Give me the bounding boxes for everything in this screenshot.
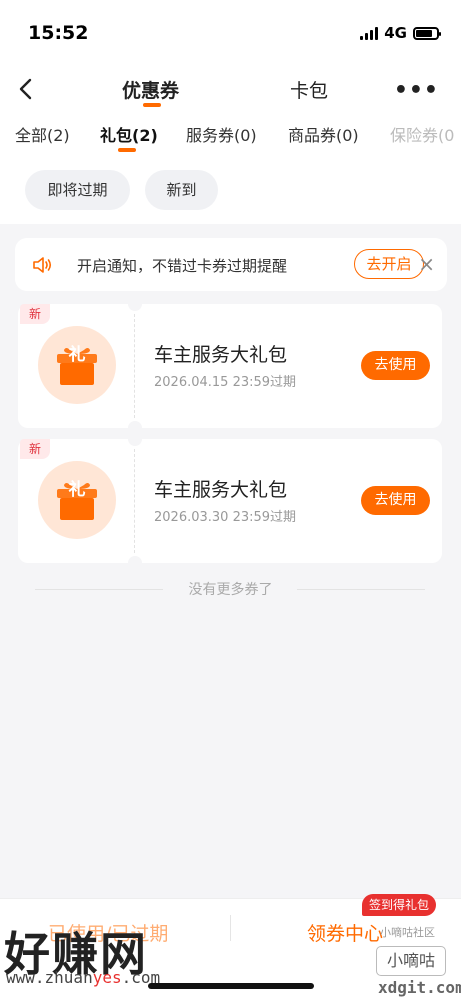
checkin-gift-badge: 签到得礼包 — [362, 894, 437, 916]
coupon-center-link[interactable]: 领券中心 — [307, 919, 383, 946]
status-bar: 15:52 4G — [0, 0, 461, 64]
watermark-url-part: .com — [121, 968, 161, 987]
watermark-logo-right: 小嘀咕 — [376, 946, 446, 976]
battery-icon — [413, 26, 441, 40]
more-icon[interactable]: ••• — [394, 78, 439, 103]
card-notch-top — [128, 439, 142, 446]
bottom-divider — [230, 915, 231, 941]
divider-line — [297, 589, 425, 590]
gift-icon: 礼 — [38, 461, 116, 539]
tab-card-pack[interactable]: 卡包 — [290, 76, 328, 103]
status-time: 15:52 — [28, 22, 89, 44]
notice-text: 开启通知，不错过卡券过期提醒 — [77, 257, 288, 275]
watermark-url-part: www.zhuan — [6, 968, 93, 987]
signal-icon — [360, 26, 379, 40]
category-tabs: 全部(2) 礼包(2) 服务券(0) 商品券(0) 保险券(0 — [0, 114, 461, 158]
category-insurance-coupon[interactable]: 保险券(0 — [390, 122, 454, 146]
gift-char: 礼 — [68, 480, 86, 500]
filter-row: 即将过期 新到 — [0, 158, 461, 224]
enable-notification-button[interactable]: 去开启 — [354, 249, 424, 279]
category-product-coupon[interactable]: 商品券(0) — [288, 122, 359, 146]
watermark-right-caption: 小嘀咕社区 — [380, 926, 435, 939]
gift-char: 礼 — [68, 345, 86, 365]
status-indicators: 4G — [360, 24, 441, 42]
active-tab-indicator — [143, 103, 161, 107]
dashed-divider — [134, 449, 135, 553]
category-service-coupon[interactable]: 服务券(0) — [186, 122, 257, 146]
card-notch-top — [128, 304, 142, 311]
speaker-icon — [33, 257, 52, 273]
coupon-expiry: 2026.03.30 23:59过期 — [154, 510, 297, 525]
category-all[interactable]: 全部(2) — [15, 122, 70, 146]
watermark-url-highlight: yes — [92, 968, 122, 987]
back-arrow-icon[interactable] — [14, 76, 40, 102]
coupon-title: 车主服务大礼包 — [154, 479, 288, 501]
card-notch-bottom — [128, 421, 142, 428]
coupon-card[interactable]: 新 礼 车主服务大礼包 2026.03.30 23:59过期 去使用 — [18, 439, 442, 563]
active-category-indicator — [118, 148, 136, 152]
coupon-card[interactable]: 新 礼 车主服务大礼包 2026.04.15 23:59过期 去使用 — [18, 304, 442, 428]
home-indicator[interactable] — [148, 983, 314, 989]
use-coupon-button[interactable]: 去使用 — [361, 486, 430, 515]
dashed-divider — [134, 314, 135, 418]
use-coupon-button[interactable]: 去使用 — [361, 351, 430, 380]
top-nav: 优惠券 卡包 ••• — [0, 64, 461, 114]
filter-expiring-soon[interactable]: 即将过期 — [25, 170, 130, 210]
watermark-url-right: xdgit.com — [378, 978, 461, 997]
new-badge: 新 — [20, 439, 50, 459]
tab-coupons[interactable]: 优惠券 — [122, 76, 179, 103]
notification-banner: 开启通知，不错过卡券过期提醒 去开启 × — [15, 238, 447, 291]
watermark-url-left: www.zhuanyes.com — [6, 968, 160, 987]
coupon-title: 车主服务大礼包 — [154, 344, 288, 366]
new-badge: 新 — [20, 304, 50, 324]
gift-icon: 礼 — [38, 326, 116, 404]
category-gift-pack[interactable]: 礼包(2) — [100, 122, 158, 146]
card-notch-bottom — [128, 556, 142, 563]
filter-new-arrival[interactable]: 新到 — [145, 170, 218, 210]
no-more-footer: 没有更多券了 — [0, 578, 461, 600]
close-icon[interactable]: × — [418, 252, 435, 276]
network-type: 4G — [384, 24, 407, 42]
coupon-expiry: 2026.04.15 23:59过期 — [154, 375, 297, 390]
